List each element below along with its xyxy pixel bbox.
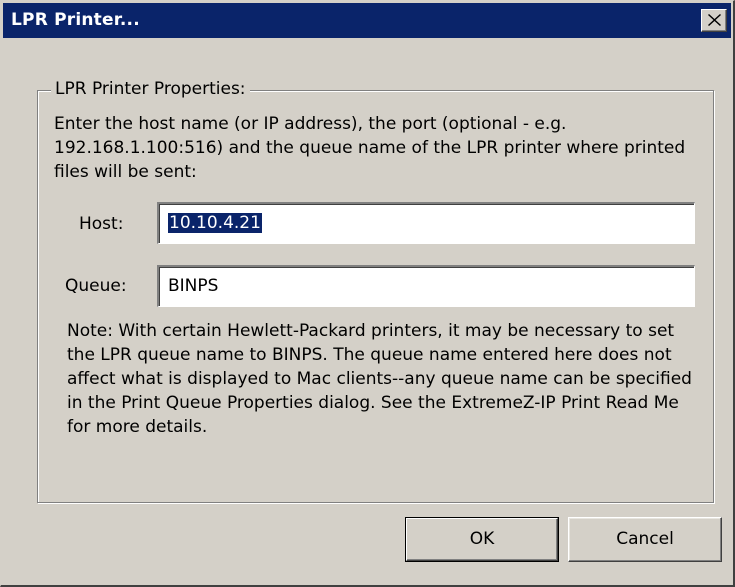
host-label: Host: [79, 214, 124, 234]
cancel-button-label: Cancel [616, 529, 674, 549]
note-text: Note: With certain Hewlett-Packard print… [67, 321, 692, 437]
lpr-printer-dialog: LPR Printer... LPR Printer Properties: E… [0, 0, 735, 587]
group-legend: LPR Printer Properties: [51, 78, 250, 100]
cancel-button[interactable]: Cancel [568, 517, 722, 562]
window-title: LPR Printer... [11, 10, 140, 30]
title-bar[interactable]: LPR Printer... [3, 3, 731, 38]
ok-button-label: OK [469, 529, 495, 549]
ok-button[interactable]: OK [405, 517, 559, 562]
close-icon [708, 14, 721, 26]
queue-value: BINPS [168, 276, 219, 296]
queue-label: Queue: [65, 276, 127, 296]
host-input[interactable]: 10.10.4.21 [157, 202, 695, 244]
host-value-selected: 10.10.4.21 [168, 213, 262, 233]
instructions-text: Enter the host name (or IP address), the… [54, 114, 686, 182]
close-button[interactable] [701, 9, 727, 32]
queue-input[interactable]: BINPS [157, 265, 695, 307]
